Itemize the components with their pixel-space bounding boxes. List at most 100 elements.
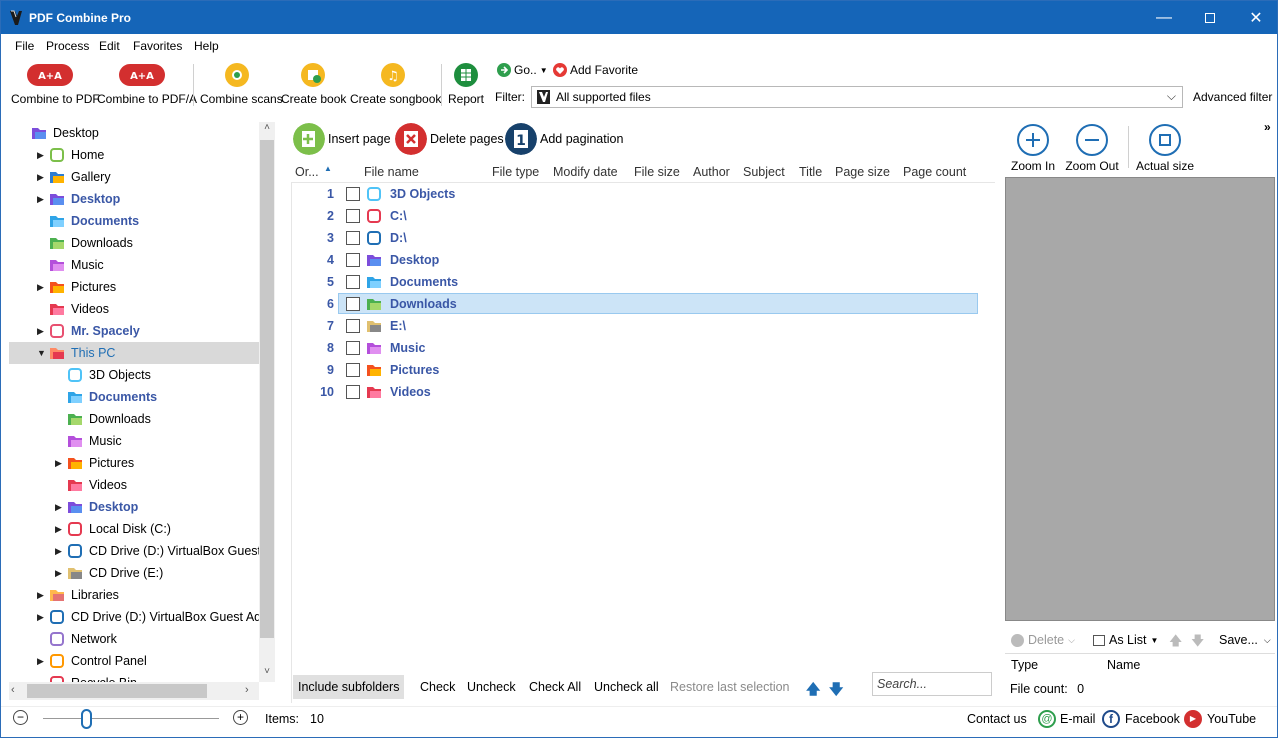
col-modify-date[interactable]: Modify date bbox=[553, 165, 618, 179]
combine-scans-button[interactable]: Combine scans bbox=[200, 62, 283, 106]
restore-selection-button[interactable]: Restore last selection bbox=[665, 675, 795, 699]
report-button[interactable]: Report bbox=[447, 62, 485, 106]
zoom-out-button[interactable]: Zoom Out bbox=[1064, 124, 1120, 173]
uncheck-button[interactable]: Uncheck bbox=[462, 675, 521, 699]
file-row[interactable]: 8 Music bbox=[292, 337, 996, 359]
expand-arrow-icon[interactable]: ▶ bbox=[37, 282, 45, 292]
tree-item[interactable]: ▶ CD Drive (E:) bbox=[9, 562, 259, 584]
expand-arrow-icon[interactable]: ▶ bbox=[55, 458, 63, 468]
expand-arrow-icon[interactable]: ▶ bbox=[55, 502, 63, 512]
tree-item[interactable]: ▶ Control Panel bbox=[9, 650, 259, 672]
expand-arrow-icon[interactable]: ▶ bbox=[37, 656, 45, 666]
move-up-icon[interactable]: 🡅 bbox=[1169, 632, 1182, 654]
col-title[interactable]: Title bbox=[799, 165, 822, 179]
go-button[interactable]: Go.. ▼ bbox=[497, 63, 548, 77]
search-input[interactable]: Search... bbox=[872, 672, 992, 696]
expand-arrow-icon[interactable]: ▶ bbox=[37, 590, 45, 600]
tree-item[interactable]: Documents bbox=[9, 386, 259, 408]
collapse-arrow-icon[interactable]: ▼ bbox=[37, 348, 46, 358]
menu-file[interactable]: File bbox=[15, 39, 34, 53]
email-link[interactable]: E-mail bbox=[1060, 712, 1095, 726]
file-row[interactable]: 5 Documents bbox=[292, 271, 996, 293]
move-up-arrow-icon[interactable]: 🡅 bbox=[806, 679, 820, 703]
menu-help[interactable]: Help bbox=[194, 39, 219, 53]
row-checkbox[interactable] bbox=[346, 187, 360, 201]
menu-favorites[interactable]: Favorites bbox=[133, 39, 182, 53]
tree-item[interactable]: ▶ Desktop bbox=[9, 496, 259, 518]
expand-arrow-icon[interactable]: ▶ bbox=[37, 172, 45, 182]
tree-scroll-thumb[interactable] bbox=[260, 140, 274, 638]
col-file-name[interactable]: File name bbox=[364, 165, 419, 179]
tree-item[interactable]: Recycle Bin bbox=[9, 672, 259, 682]
add-favorite-button[interactable]: Add Favorite bbox=[553, 63, 638, 77]
row-checkbox[interactable] bbox=[346, 209, 360, 223]
tree-item[interactable]: Downloads bbox=[9, 408, 259, 430]
menu-edit[interactable]: Edit bbox=[99, 39, 120, 53]
actual-size-button[interactable]: Actual size bbox=[1135, 124, 1195, 173]
expand-arrow-icon[interactable]: ▶ bbox=[55, 568, 63, 578]
scroll-right-icon[interactable]: › bbox=[245, 684, 255, 696]
filter-select[interactable]: All supported files ⌵ bbox=[531, 86, 1183, 108]
col-subject[interactable]: Subject bbox=[743, 165, 785, 179]
zoom-slider[interactable] bbox=[43, 718, 219, 719]
tree-item[interactable]: ▶ Home bbox=[9, 144, 259, 166]
move-down-icon[interactable]: 🡇 bbox=[1191, 632, 1204, 654]
include-subfolders-toggle[interactable]: Include subfolders bbox=[293, 675, 405, 699]
scroll-down-icon[interactable]: ˅ bbox=[259, 666, 275, 682]
row-checkbox[interactable] bbox=[346, 385, 360, 399]
combine-to-pdf-button[interactable]: A+A Combine to PDF bbox=[11, 62, 100, 106]
tree-item[interactable]: Music bbox=[9, 430, 259, 452]
tree-item[interactable]: ▶ Pictures bbox=[9, 452, 259, 474]
tree-item[interactable]: Videos bbox=[9, 474, 259, 496]
tree-item[interactable]: ▶ Libraries bbox=[9, 584, 259, 606]
row-checkbox[interactable] bbox=[346, 253, 360, 267]
uncheck-all-button[interactable]: Uncheck all bbox=[589, 675, 664, 699]
tree-item[interactable]: Music bbox=[9, 254, 259, 276]
zoom-minus-icon[interactable]: − bbox=[13, 710, 28, 725]
col-file-size[interactable]: File size bbox=[634, 165, 680, 179]
file-row[interactable]: 4 Desktop bbox=[292, 249, 996, 271]
tree-item[interactable]: ▶ Local Disk (C:) bbox=[9, 518, 259, 540]
col-page-count[interactable]: Page count bbox=[903, 165, 966, 179]
check-button[interactable]: Check bbox=[415, 675, 460, 699]
expand-more-icon[interactable]: » bbox=[1264, 120, 1271, 134]
expand-arrow-icon[interactable]: ▶ bbox=[55, 546, 63, 556]
maximize-button[interactable] bbox=[1187, 1, 1233, 34]
row-checkbox[interactable] bbox=[346, 341, 360, 355]
expand-arrow-icon[interactable]: ▶ bbox=[37, 194, 45, 204]
file-row[interactable]: 2 C:\ bbox=[292, 205, 996, 227]
row-checkbox[interactable] bbox=[346, 319, 360, 333]
menu-process[interactable]: Process bbox=[46, 39, 89, 53]
tree-item[interactable]: 3D Objects bbox=[9, 364, 259, 386]
file-row[interactable]: 1 3D Objects bbox=[292, 183, 996, 205]
minimize-button[interactable]: — bbox=[1141, 1, 1187, 34]
row-checkbox[interactable] bbox=[346, 231, 360, 245]
check-all-button[interactable]: Check All bbox=[524, 675, 586, 699]
tree-horizontal-scrollbar[interactable]: ‹ › bbox=[9, 682, 259, 700]
row-checkbox[interactable] bbox=[346, 275, 360, 289]
combine-to-pdfa-button[interactable]: A+A Combine to PDF/A bbox=[97, 62, 197, 106]
insert-page-button[interactable]: Insert page bbox=[293, 123, 391, 155]
facebook-link[interactable]: Facebook bbox=[1125, 712, 1180, 726]
save-list-button[interactable]: Save... ⌵ bbox=[1219, 633, 1271, 647]
youtube-link[interactable]: YouTube bbox=[1207, 712, 1256, 726]
zoom-plus-icon[interactable]: + bbox=[233, 710, 248, 725]
expand-arrow-icon[interactable]: ▶ bbox=[37, 150, 45, 160]
col-order[interactable]: Or... bbox=[295, 165, 319, 179]
tree-item[interactable]: Network bbox=[9, 628, 259, 650]
expand-arrow-icon[interactable]: ▶ bbox=[37, 612, 45, 622]
scroll-left-icon[interactable]: ‹ bbox=[11, 684, 21, 696]
zoom-in-button[interactable]: Zoom In bbox=[1008, 124, 1058, 173]
expand-arrow-icon[interactable]: ▶ bbox=[37, 326, 45, 336]
move-down-arrow-icon[interactable]: 🡇 bbox=[829, 679, 843, 703]
tree-item[interactable]: Documents bbox=[9, 210, 259, 232]
expand-arrow-icon[interactable]: ▶ bbox=[55, 524, 63, 534]
col-page-size[interactable]: Page size bbox=[835, 165, 890, 179]
file-row[interactable]: 10 Videos bbox=[292, 381, 996, 403]
file-row[interactable]: 9 Pictures bbox=[292, 359, 996, 381]
contact-us-link[interactable]: Contact us bbox=[967, 712, 1027, 726]
col-file-type[interactable]: File type bbox=[492, 165, 539, 179]
scroll-up-icon[interactable]: ˄ bbox=[259, 122, 275, 138]
advanced-filter-link[interactable]: Advanced filter bbox=[1193, 90, 1272, 104]
tree-item[interactable]: Desktop bbox=[9, 122, 259, 144]
